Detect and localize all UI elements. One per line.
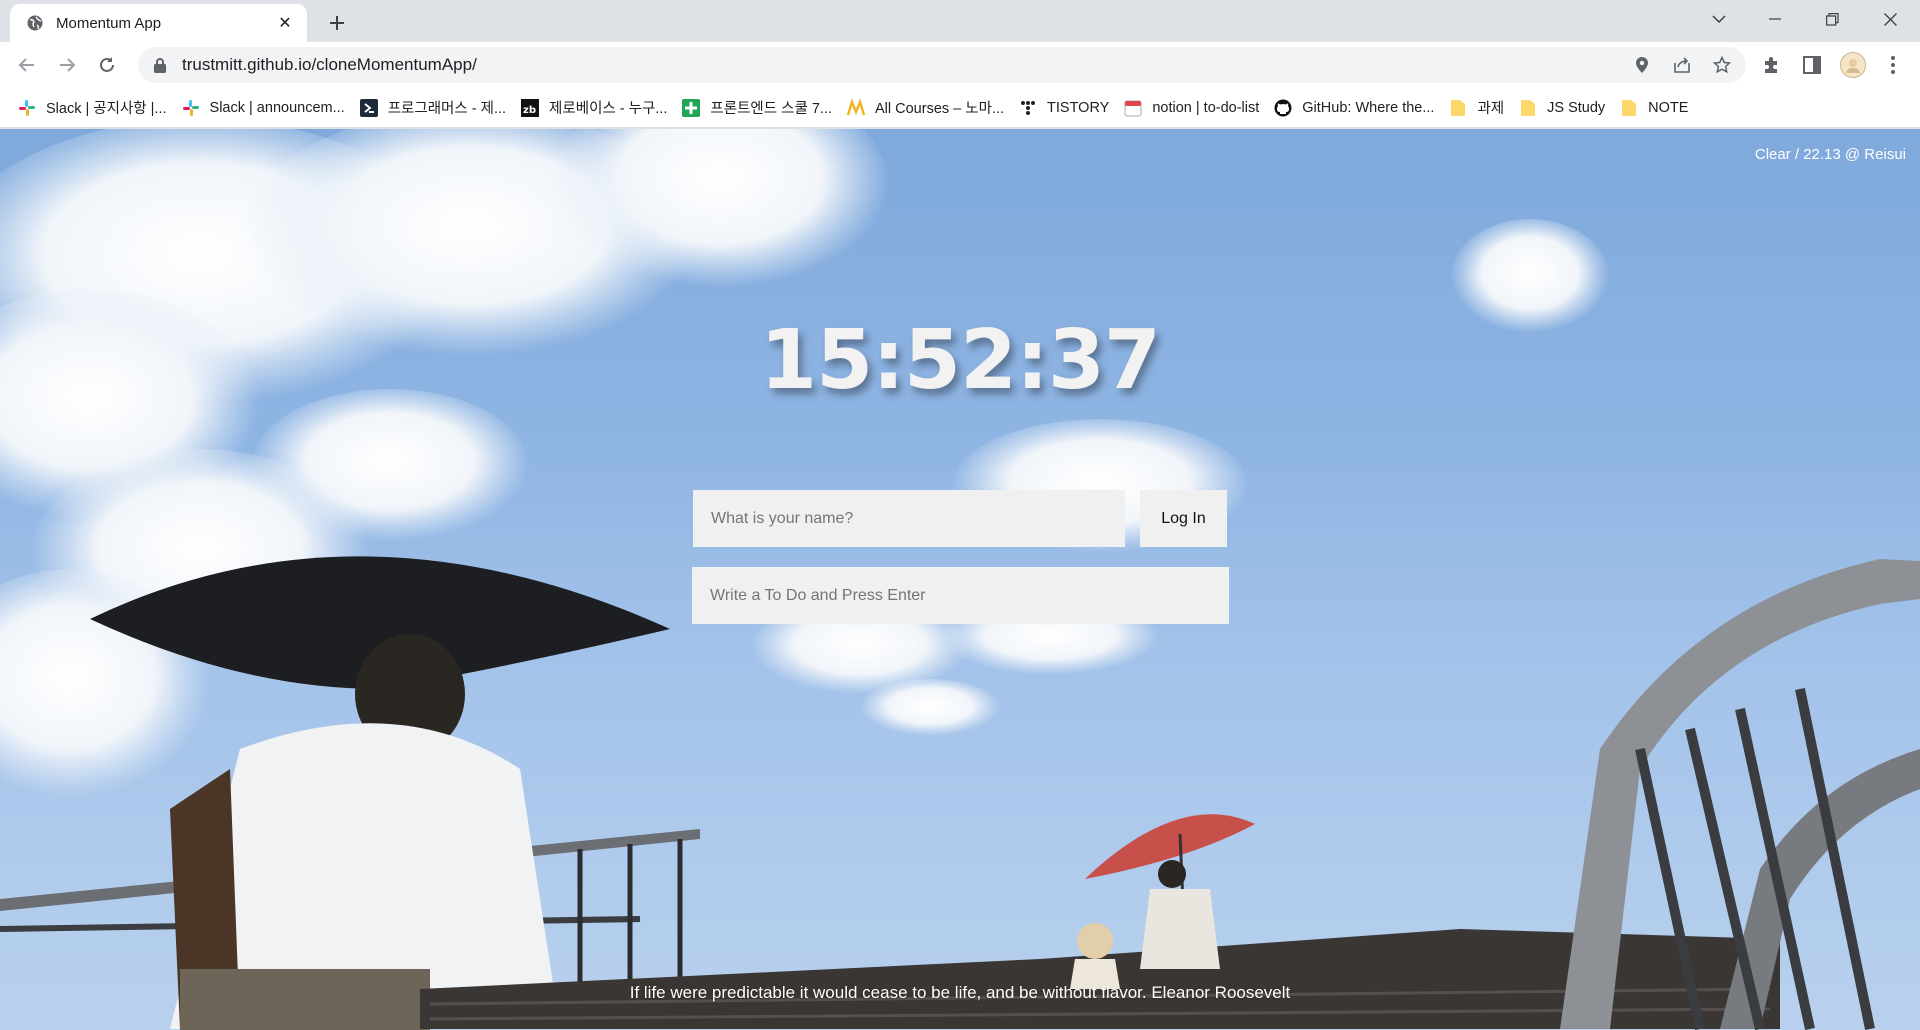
- profile-avatar[interactable]: [1840, 52, 1866, 78]
- folder-icon: [1519, 99, 1537, 117]
- bookmark-label: notion | to-do-list: [1152, 99, 1260, 116]
- bookmark-label: 프로그래머스 - 제...: [387, 101, 507, 117]
- programmers-icon: [359, 98, 378, 117]
- address-bar[interactable]: trustmitt.github.io/cloneMomentumApp/: [138, 47, 1746, 83]
- tab-search-icon[interactable]: [1695, 0, 1743, 38]
- bookmark-label: Slack | 공지사항 |...: [46, 101, 167, 117]
- url-text: trustmitt.github.io/cloneMomentumApp/: [182, 55, 477, 74]
- slack-icon: [18, 99, 36, 117]
- bookmark-label: Slack | announcem...: [209, 99, 345, 116]
- new-tab-button[interactable]: [322, 8, 352, 38]
- bookmark-star-icon[interactable]: [1712, 55, 1732, 75]
- bookmark-item[interactable]: 프론트엔드 스쿨 7...: [676, 93, 841, 123]
- folder-icon: [1620, 99, 1638, 117]
- extensions-icon[interactable]: [1759, 52, 1785, 78]
- bookmark-label: GitHub: Where the...: [1302, 99, 1435, 116]
- bookmark-label: NOTE: [1648, 99, 1689, 116]
- bookmark-label: All Courses – 노마...: [875, 101, 1005, 117]
- name-input[interactable]: [693, 490, 1125, 547]
- back-button[interactable]: [12, 50, 42, 80]
- bookmark-label: TISTORY: [1047, 99, 1110, 116]
- share-icon[interactable]: [1672, 55, 1692, 75]
- bookmark-label: 제로베이스 - 누구...: [549, 101, 668, 117]
- close-window-button[interactable]: [1866, 0, 1914, 38]
- weather-info: Clear / 22.13 @ Reisui: [1754, 146, 1906, 163]
- forward-button[interactable]: [52, 50, 82, 80]
- browser-tab[interactable]: Momentum App ✕: [10, 4, 307, 42]
- bookmark-item[interactable]: Slack | announcem...: [176, 93, 354, 123]
- bookmark-item[interactable]: GitHub: Where the...: [1268, 93, 1443, 123]
- svg-text:zb: zb: [523, 105, 536, 116]
- page-viewport: Clear / 22.13 @ Reisui 15:52:37 Log In I…: [0, 129, 1920, 1030]
- calendar-icon: [1124, 99, 1142, 117]
- bookmark-item[interactable]: TISTORY: [1013, 93, 1118, 123]
- plus-green-icon: [682, 98, 701, 117]
- github-icon: [1274, 99, 1292, 117]
- tistory-icon: [1019, 99, 1037, 117]
- slack-icon: [182, 99, 200, 117]
- browser-toolbar: trustmitt.github.io/cloneMomentumApp/: [0, 42, 1920, 88]
- reload-button[interactable]: [92, 50, 122, 80]
- bookmark-label: JS Study: [1547, 99, 1606, 116]
- bookmark-item[interactable]: zb 제로베이스 - 누구...: [515, 93, 676, 123]
- minimize-button[interactable]: [1751, 0, 1799, 38]
- bookmark-label: 과제: [1477, 101, 1505, 117]
- zerobase-icon: zb: [521, 98, 540, 117]
- tab-title: Momentum App: [56, 14, 162, 32]
- lock-icon[interactable]: [152, 57, 168, 73]
- side-panel-icon[interactable]: [1799, 52, 1825, 78]
- tab-strip: Momentum App ✕: [0, 0, 1920, 42]
- bookmark-item[interactable]: 프로그래머스 - 제...: [354, 93, 515, 123]
- todo-input[interactable]: [692, 567, 1229, 624]
- bookmark-folder[interactable]: 과제: [1443, 93, 1513, 123]
- bookmark-folder[interactable]: NOTE: [1614, 93, 1697, 123]
- bookmark-item[interactable]: All Courses – 노마...: [841, 93, 1013, 123]
- nomad-icon: [847, 98, 865, 117]
- quote-text: If life were predictable it would cease …: [629, 983, 1291, 1002]
- menu-icon[interactable]: [1880, 52, 1906, 78]
- login-button[interactable]: Log In: [1140, 490, 1227, 547]
- clock: 15:52:37: [760, 313, 1161, 408]
- bookmark-item[interactable]: Slack | 공지사항 |...: [12, 93, 176, 123]
- bookmarks-bar: Slack | 공지사항 |... Slack | announcem... 프…: [0, 88, 1920, 128]
- location-icon[interactable]: [1632, 55, 1652, 75]
- bookmark-item[interactable]: notion | to-do-list: [1118, 93, 1268, 123]
- restore-button[interactable]: [1808, 0, 1856, 38]
- bookmark-folder[interactable]: JS Study: [1513, 93, 1614, 123]
- close-tab-icon[interactable]: ✕: [275, 13, 295, 33]
- folder-icon: [1449, 99, 1467, 117]
- globe-icon: [26, 14, 44, 32]
- bookmark-label: 프론트엔드 스쿨 7...: [710, 101, 832, 117]
